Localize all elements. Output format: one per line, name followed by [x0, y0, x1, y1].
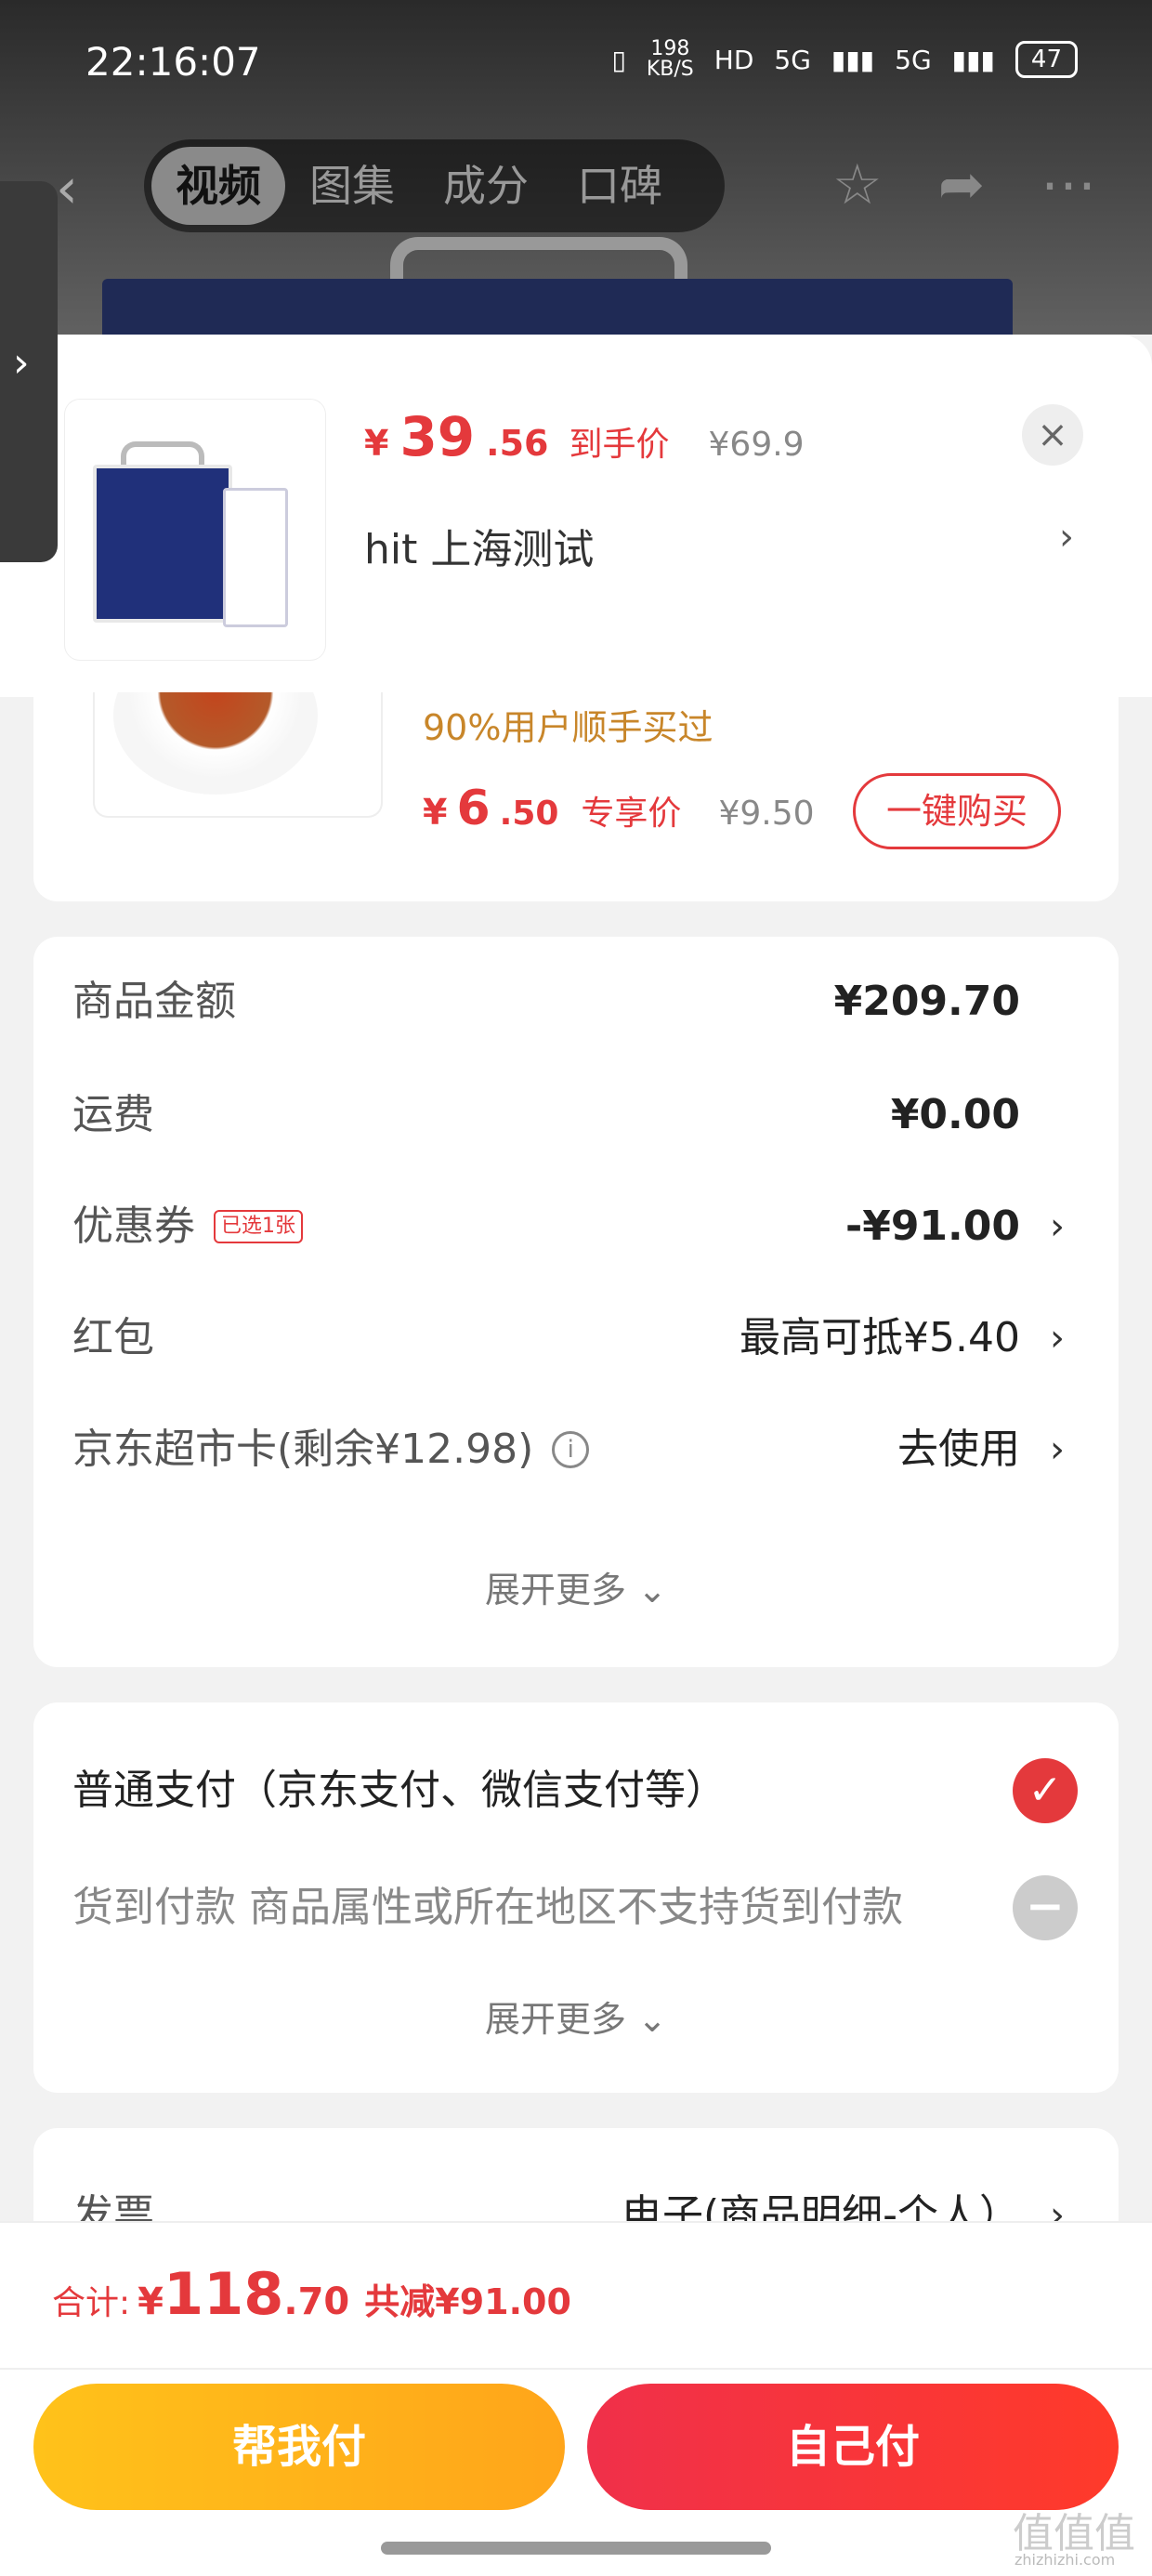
- battery-icon: 47: [1015, 41, 1078, 78]
- total-discount: 共减¥91.00: [364, 2281, 571, 2322]
- chevron-right-icon: ›: [1050, 1428, 1065, 1471]
- more-icon[interactable]: ⋯: [1041, 152, 1096, 217]
- signal-5g-icon: 5G: [774, 44, 811, 75]
- goods-amount-label: 商品金额: [72, 978, 236, 1025]
- rec-price-label: 专享价: [581, 795, 682, 833]
- shipping-value: ¥0.00: [890, 1091, 1020, 1138]
- net-speed: 198 KB/S: [647, 39, 694, 80]
- food-bowl-image: [113, 692, 318, 795]
- supermarket-card-label: 京东超市卡(剩余¥12.98): [72, 1426, 534, 1473]
- goods-amount-row: 商品金额 ¥209.70: [72, 965, 1113, 1039]
- rec-price-integer: 6: [456, 781, 491, 836]
- product-thumbnail: [65, 400, 325, 660]
- rec-price-decimal: .50: [499, 795, 559, 833]
- coupon-label-group: 优惠券 已选1张: [72, 1189, 303, 1264]
- pay-myself-button[interactable]: 自己付: [587, 2384, 1119, 2510]
- coupon-label: 优惠券: [72, 1203, 195, 1250]
- redpack-label: 红包: [72, 1314, 154, 1361]
- tab-video[interactable]: 视频: [151, 147, 285, 225]
- star-icon[interactable]: ☆: [832, 152, 883, 217]
- home-indicator[interactable]: [381, 2542, 771, 2555]
- status-time: 22:16:07: [85, 39, 261, 85]
- coupon-row[interactable]: 优惠券 已选1张 -¥91.00 ›: [72, 1189, 1113, 1264]
- status-icons: ▯ 198 KB/S HD 5G ▮▮▮ 5G ▮▮▮ 47: [611, 39, 1078, 80]
- price-symbol: ¥: [364, 423, 389, 464]
- signal-bars-icon: ▮▮▮: [831, 44, 875, 75]
- nav-actions: ☆ ➦ ⋯: [832, 152, 1096, 217]
- shipping-label: 运费: [72, 1091, 154, 1138]
- normal-pay-row[interactable]: 普通支付（京东支付、微信支付等） ✓: [72, 1749, 1113, 1833]
- cost-summary-card: 商品金额 ¥209.70 运费 ¥0.00 优惠券 已选1张 -¥91.00 ›…: [33, 937, 1119, 1667]
- normal-pay-label: 普通支付（京东支付、微信支付等）: [72, 1767, 727, 1814]
- rec-original-price: ¥9.50: [718, 795, 815, 833]
- milk-carton-image: [223, 488, 288, 627]
- total-decimal: .70: [283, 2280, 350, 2323]
- goods-amount-value: ¥209.70: [833, 978, 1020, 1025]
- coupon-selected-tag: 已选1张: [214, 1210, 303, 1243]
- info-icon[interactable]: i: [552, 1431, 590, 1468]
- milk-box-image: [93, 465, 232, 623]
- nav-tabs: 视频 图集 成分 口碑: [144, 139, 725, 232]
- chevron-right-icon: ›: [1050, 1205, 1065, 1248]
- delivery-address[interactable]: hit 上海测试: [364, 516, 594, 575]
- divider: [0, 2368, 1152, 2370]
- coupon-value: -¥91.00: [844, 1203, 1020, 1250]
- redpack-row[interactable]: 红包 最高可抵¥5.40 ›: [72, 1301, 1113, 1375]
- total-integer: 118: [163, 2260, 284, 2328]
- shipping-row: 运费 ¥0.00: [72, 1078, 1113, 1152]
- supermarket-card-label-group: 京东超市卡(剩余¥12.98) i: [72, 1413, 590, 1487]
- supermarket-card-value: 去使用: [897, 1426, 1020, 1473]
- product-price: ¥39.56 到手价 ¥69.9: [364, 405, 805, 468]
- net-speed-value: 198: [650, 37, 690, 60]
- chevron-right-icon[interactable]: ›: [1059, 516, 1074, 559]
- signal-bars-icon-2: ▮▮▮: [951, 44, 995, 75]
- price-label: 到手价: [569, 426, 670, 464]
- tab-gallery[interactable]: 图集: [285, 147, 419, 225]
- chevron-right-icon: ›: [13, 339, 30, 387]
- status-bar: 22:16:07 ▯ 198 KB/S HD 5G ▮▮▮ 5G ▮▮▮ 47: [0, 0, 1152, 139]
- supermarket-card-row[interactable]: 京东超市卡(剩余¥12.98) i 去使用 ›: [72, 1413, 1113, 1487]
- total-label: 合计:: [52, 2284, 131, 2322]
- cod-pay-label: 货到付款 商品属性或所在地区不支持货到付款: [72, 1884, 903, 1931]
- back-icon[interactable]: ‹: [56, 156, 78, 221]
- disabled-icon: −: [1013, 1875, 1078, 1940]
- total-symbol: ¥: [137, 2280, 164, 2323]
- cod-pay-row: 货到付款 商品属性或所在地区不支持货到付款 −: [72, 1866, 1113, 1950]
- net-speed-unit: KB/S: [646, 58, 694, 81]
- rec-price-symbol: ¥: [423, 792, 448, 833]
- share-icon[interactable]: ➦: [938, 152, 985, 217]
- help-me-pay-button[interactable]: 帮我付: [33, 2384, 565, 2510]
- hd-icon: HD: [713, 44, 754, 75]
- close-button[interactable]: ×: [1022, 404, 1083, 466]
- recommend-price: ¥6.50 专享价 ¥9.50: [423, 781, 815, 836]
- recommend-buyers: 90%用户顺手买过: [423, 707, 713, 748]
- vibrate-icon: ▯: [611, 44, 626, 75]
- product-nav: ‹ 视频 图集 成分 口碑 ☆ ➦ ⋯: [0, 139, 1152, 232]
- side-expand-tab[interactable]: ›: [0, 181, 58, 562]
- signal-5g-icon-2: 5G: [895, 44, 932, 75]
- expand-more-button[interactable]: 展开更多 ⌄: [33, 1561, 1119, 1612]
- price-integer: 39: [399, 405, 476, 468]
- original-price: ¥69.9: [708, 426, 805, 464]
- tab-ingredients[interactable]: 成分: [419, 147, 553, 225]
- tab-reviews[interactable]: 口碑: [553, 147, 687, 225]
- payment-expand-more-button[interactable]: 展开更多 ⌄: [33, 1991, 1119, 2042]
- price-decimal: .56: [486, 423, 549, 464]
- payment-method-card: 普通支付（京东支付、微信支付等） ✓ 货到付款 商品属性或所在地区不支持货到付款…: [33, 1702, 1119, 2093]
- redpack-value: 最高可抵¥5.40: [740, 1314, 1020, 1361]
- one-click-buy-button[interactable]: 一键购买: [853, 773, 1061, 849]
- recommend-image: [93, 692, 383, 818]
- order-total: 合计: ¥118.70 共减¥91.00: [52, 2260, 571, 2328]
- check-icon[interactable]: ✓: [1013, 1758, 1078, 1823]
- watermark-site: zhizhizhi.com: [1015, 2551, 1116, 2569]
- chevron-right-icon: ›: [1050, 1317, 1065, 1360]
